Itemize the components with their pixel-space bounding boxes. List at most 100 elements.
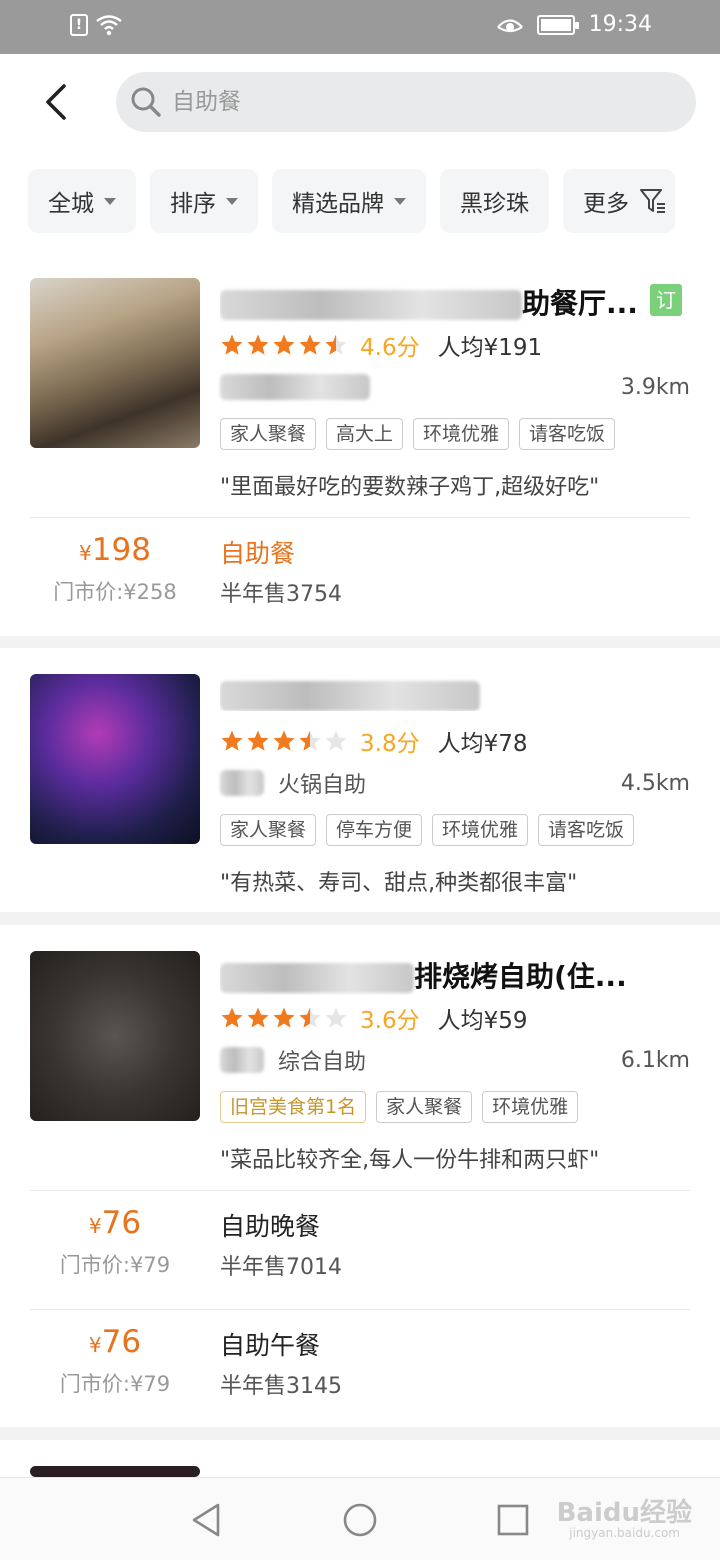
tag: 环境优雅 [413,418,510,450]
listing-card[interactable]: 3.8分 人均¥78 火锅自助 4.5km 家人聚餐 停车方便 环境优雅 请客吃… [0,648,720,912]
distance: 3.9km [620,374,690,400]
deal-name: 自助午餐 [220,1331,321,1360]
sold-count: 半年售7014 [220,1255,342,1280]
sold-count: 半年售3754 [220,582,342,607]
sub-row: 3.9km [220,372,690,402]
caret-down-icon [226,197,238,205]
caret-down-icon [104,197,116,205]
star-full-icon [246,333,270,357]
distance: 6.1km [620,1047,690,1073]
restaurant-photo [30,951,200,1121]
order-badge: 订 [650,284,682,316]
tag-list: 旧宫美食第1名 家人聚餐 环境优雅 [220,1091,579,1123]
avg-price: 人均¥78 [437,731,528,757]
deal-row[interactable]: ¥198 门市价:¥258 自助餐 半年售3754 [0,518,720,636]
star-full-icon [246,729,270,753]
rank-tag: 旧宫美食第1名 [220,1091,367,1123]
filter-more[interactable]: 更多 [563,169,675,233]
status-bar: ! 19:34 [0,0,720,54]
filter-label: 黑珍珠 [460,191,529,217]
blurred-location [220,1047,264,1073]
restaurant-photo [30,1466,200,1477]
search-input[interactable] [172,72,672,132]
original-price: 门市价:¥79 [59,1372,171,1396]
review-quote: "有热菜、寿司、甜点,种类都很丰富" [220,871,578,896]
star-full-icon [246,1006,270,1030]
listing-card[interactable]: 助餐厅... 订 4.6分 人均¥191 3.9km 家人聚餐 高大上 环境优雅… [0,264,720,636]
filter-city[interactable]: 全城 [28,169,136,233]
star-rating [220,1006,348,1030]
star-half-icon [298,729,322,753]
category: 综合自助 [278,1050,367,1075]
filter-brand[interactable]: 精选品牌 [272,169,426,233]
sub-row: 火锅自助 4.5km [220,768,690,798]
deal-row[interactable]: ¥76 门市价:¥79 自助午餐 半年售3145 [0,1310,720,1428]
deal-name: 自助餐 [220,539,296,568]
score: 4.6分 [360,335,420,361]
sub-row: 综合自助 6.1km [220,1045,690,1075]
watermark-url: jingyan.baidu.com [569,1526,680,1540]
category: 火锅自助 [278,773,367,798]
tag: 请客吃饭 [519,418,616,450]
nav-back-icon[interactable] [186,1500,226,1540]
deal-price: ¥198 [79,532,151,568]
nav-recents-icon[interactable] [493,1500,533,1540]
filter-label: 全城 [48,191,94,217]
restaurant-name: 排烧烤自助(住... [220,955,650,995]
search-bar[interactable] [116,72,696,132]
caret-down-icon [394,197,406,205]
watermark-logo: Baidu经验 [556,1498,692,1528]
search-icon [130,86,162,118]
filter-bar: 全城 排序 精选品牌 黑珍珠 更多 [28,169,675,233]
tag: 环境优雅 [432,814,529,846]
tag-list: 家人聚餐 停车方便 环境优雅 请客吃饭 [220,814,635,846]
star-rating [220,333,348,357]
review-quote: "里面最好吃的要数辣子鸡丁,超级好吃" [220,475,600,500]
blurred-location [220,374,370,400]
star-full-icon [272,333,296,357]
filter-label: 排序 [170,191,216,217]
review-quote: "菜品比较齐全,每人一份牛排和两只虾" [220,1148,600,1173]
star-full-icon [220,1006,244,1030]
funnel-icon [639,187,667,215]
rating-row: 4.6分 人均¥191 [220,330,542,361]
score: 3.6分 [360,1008,420,1034]
avg-price: 人均¥59 [437,1008,528,1034]
eye-icon [496,15,523,35]
star-full-icon [272,729,296,753]
original-price: 门市价:¥258 [53,580,177,604]
filter-sort[interactable]: 排序 [150,169,258,233]
distance: 4.5km [620,770,690,796]
tag: 请客吃饭 [538,814,635,846]
star-full-icon [220,729,244,753]
filter-label: 精选品牌 [292,191,384,217]
restaurant-name: 助餐厅... [220,282,650,322]
listing-card[interactable] [0,1440,720,1477]
alert-icon: ! [70,14,88,36]
wifi-icon [96,14,122,36]
listing-card[interactable]: 排烧烤自助(住... 3.6分 人均¥59 综合自助 6.1km 旧宫美食第1名… [0,925,720,1427]
blurred-location [220,770,264,796]
tag: 停车方便 [326,814,423,846]
nav-home-icon[interactable] [340,1500,380,1540]
star-full-icon [272,1006,296,1030]
star-empty-icon [324,729,348,753]
restaurant-name [220,678,650,711]
tag-list: 家人聚餐 高大上 环境优雅 请客吃饭 [220,418,616,450]
tag: 家人聚餐 [376,1091,473,1123]
score: 3.8分 [360,731,420,757]
star-empty-icon [324,1006,348,1030]
back-arrow-icon[interactable] [36,80,80,124]
restaurant-photo [30,278,200,448]
deal-price: ¥76 [88,1324,142,1360]
tag: 家人聚餐 [220,418,317,450]
star-half-icon [324,333,348,357]
filter-label: 更多 [583,191,629,217]
deal-row[interactable]: ¥76 门市价:¥79 自助晚餐 半年售7014 [0,1191,720,1309]
filter-black-pearl[interactable]: 黑珍珠 [440,169,549,233]
battery-icon [536,14,579,35]
rating-row: 3.6分 人均¥59 [220,1003,528,1034]
restaurant-photo [30,674,200,844]
tag: 家人聚餐 [220,814,317,846]
star-full-icon [220,333,244,357]
